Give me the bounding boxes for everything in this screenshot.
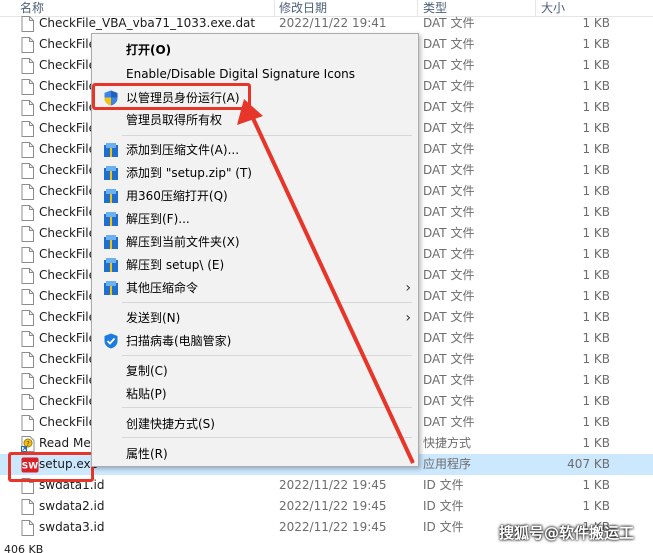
arrow-head — [237, 99, 263, 125]
annotation-arrow — [237, 99, 415, 464]
arrow-shaft — [250, 115, 415, 464]
watermark: 搜狐号@软件搬运工 — [499, 524, 635, 542]
